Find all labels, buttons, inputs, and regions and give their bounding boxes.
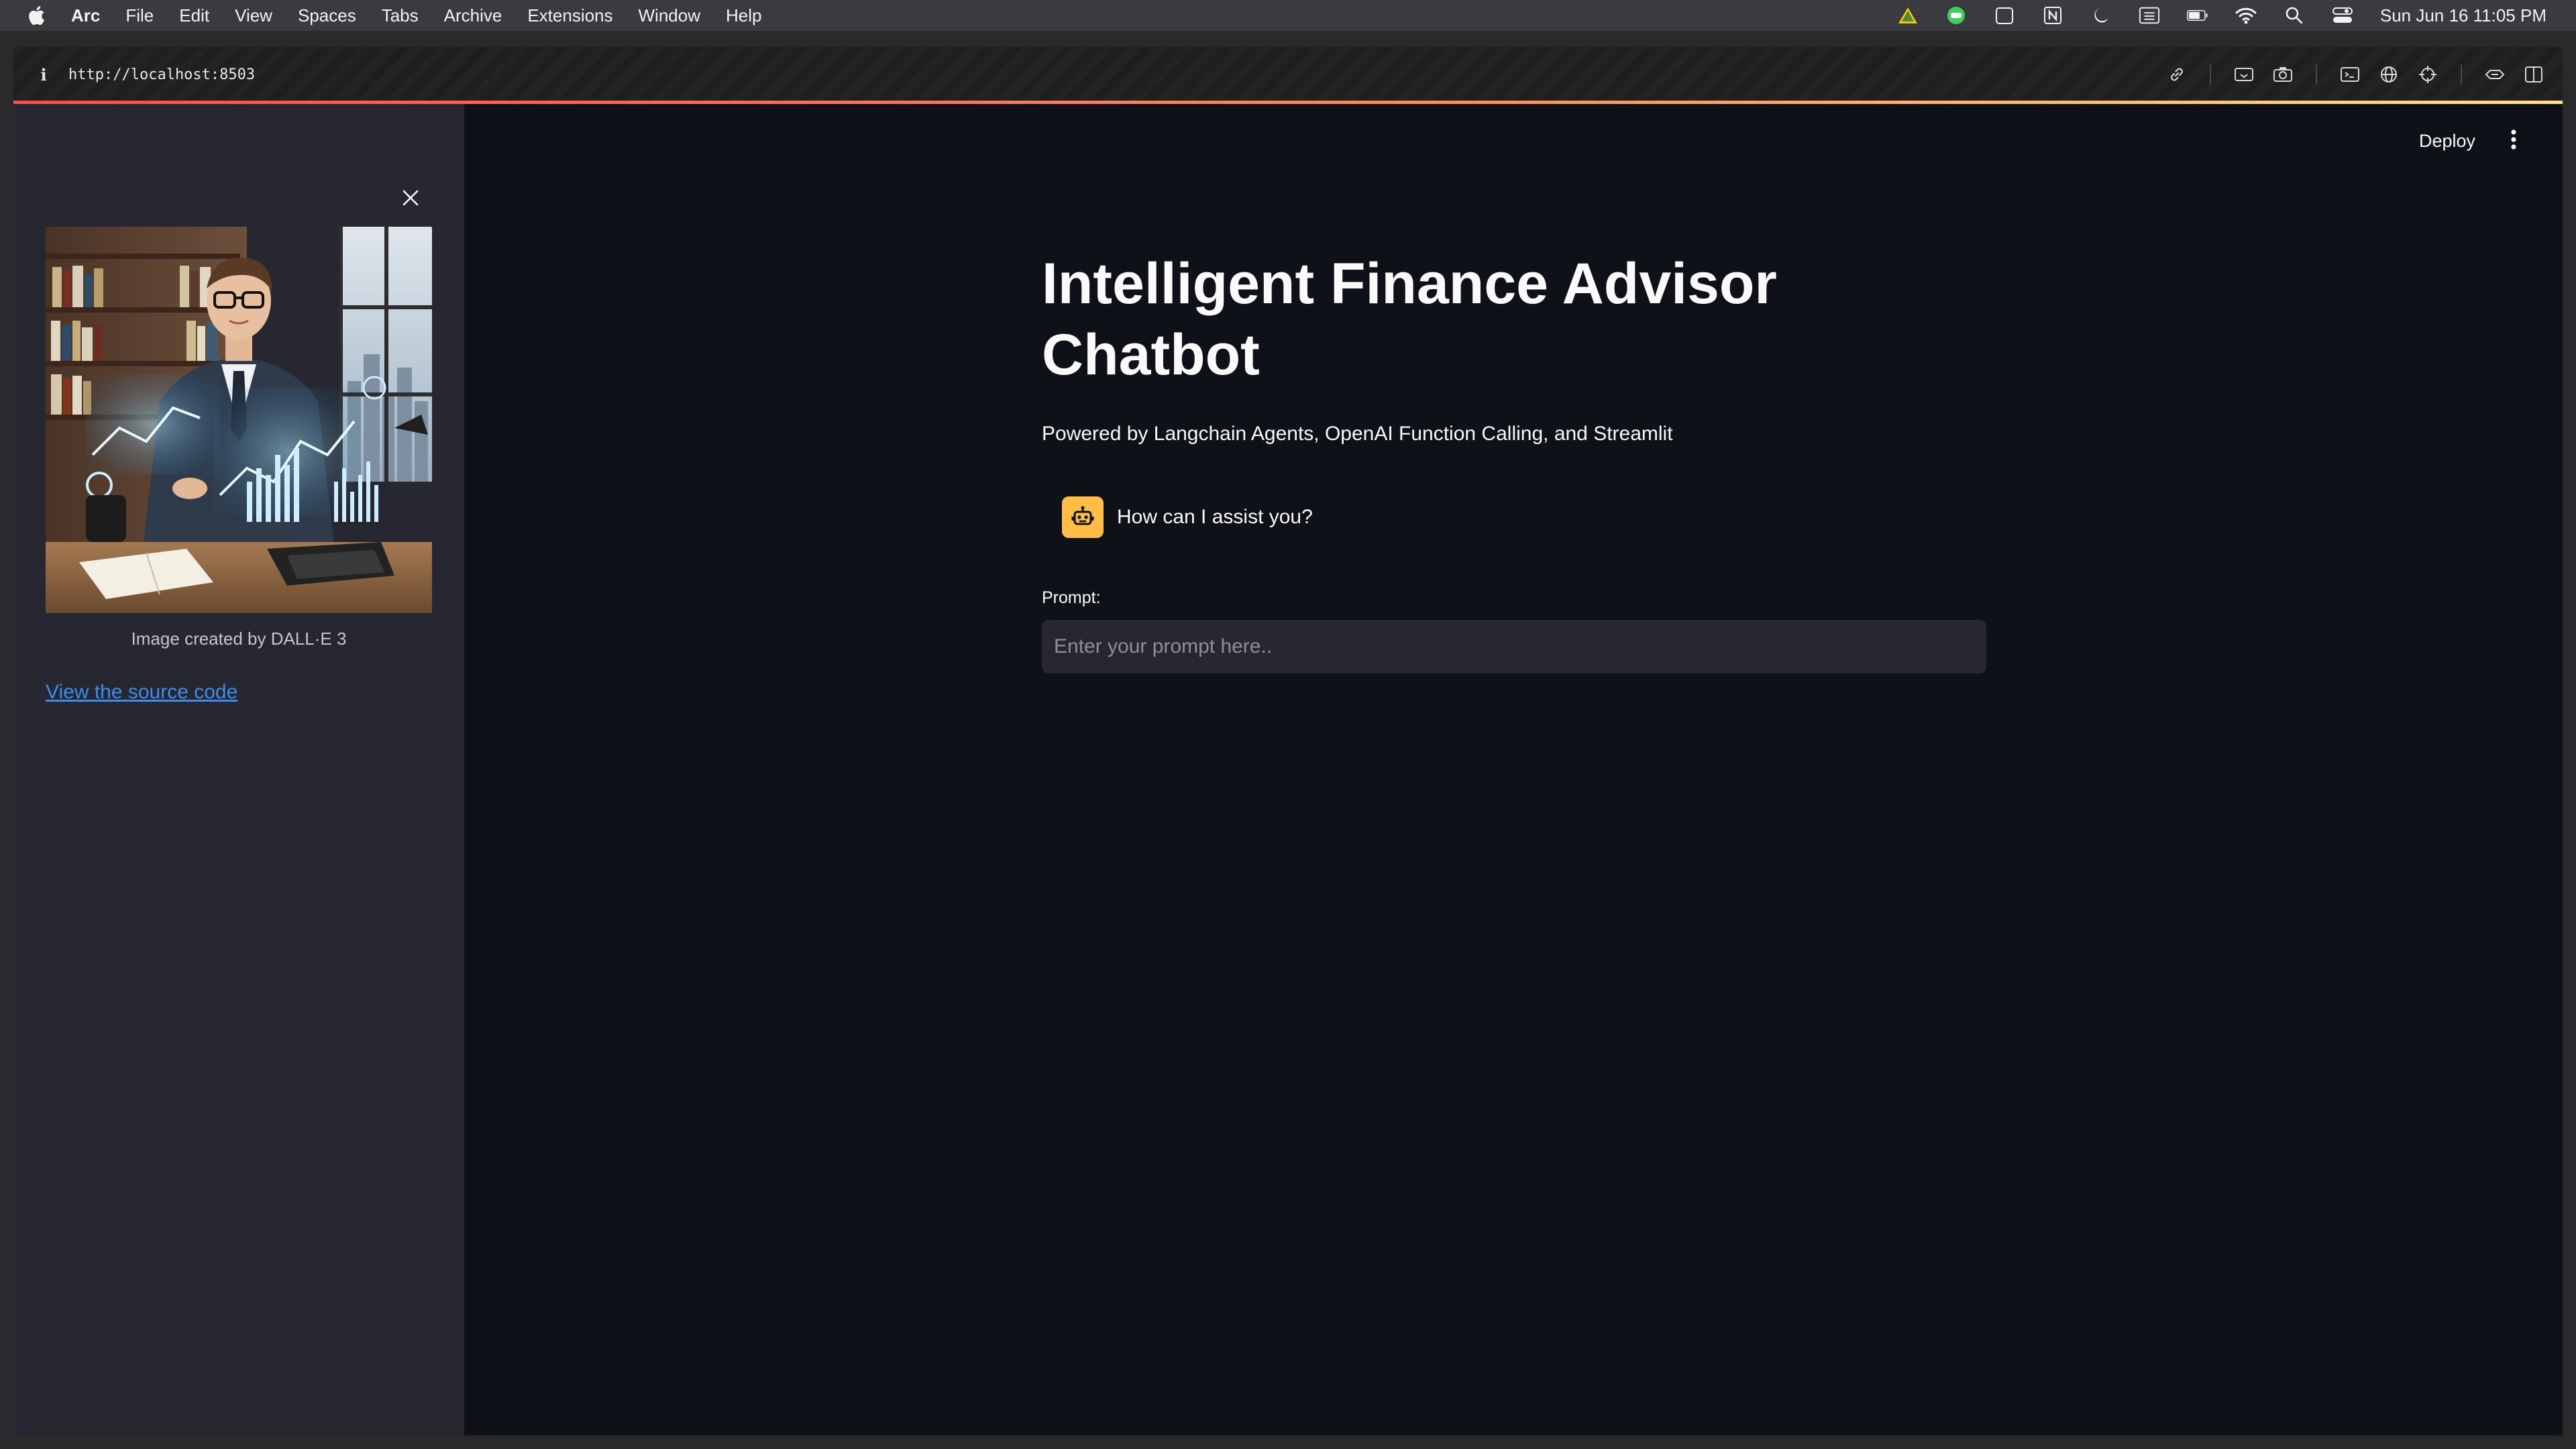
menu-help[interactable]: Help (726, 5, 761, 26)
browser-window: i http://localhost:8503 Image created by… (13, 47, 2563, 1436)
input-method-icon[interactable] (2139, 5, 2160, 26)
advisor-illustration (46, 227, 432, 613)
toolbar-divider (2461, 64, 2462, 85)
camera-icon[interactable] (2271, 63, 2294, 86)
menu-file[interactable]: File (125, 5, 154, 26)
notion-icon[interactable] (2042, 5, 2063, 26)
menubar-clock[interactable]: Sun Jun 16 11:05 PM (2380, 5, 2546, 26)
site-info-icon[interactable]: i (34, 64, 54, 85)
copy-link-icon[interactable] (2165, 63, 2188, 86)
url-text[interactable]: http://localhost:8503 (68, 66, 255, 83)
prompt-label: Prompt: (1042, 588, 1101, 607)
prompt-input[interactable] (1042, 620, 1986, 674)
spotlight-search-icon[interactable] (2284, 5, 2305, 26)
toolbar-divider (2210, 64, 2211, 85)
sidebar: Image created by DALL·E 3 View the sourc… (13, 104, 464, 1436)
moon-icon[interactable] (2090, 5, 2112, 26)
assistant-avatar (1062, 496, 1104, 538)
drive-warning-icon[interactable] (1897, 5, 1919, 26)
menu-archive[interactable]: Archive (444, 5, 502, 26)
browser-toolbar: i http://localhost:8503 (13, 47, 2563, 102)
main-menu-button[interactable] (2504, 126, 2524, 153)
kebab-menu-icon (2511, 129, 2516, 150)
assistant-message-text: How can I assist you? (1117, 506, 1313, 528)
robot-icon (1071, 506, 1094, 525)
menu-app-name[interactable]: Arc (71, 5, 100, 26)
menu-spaces[interactable]: Spaces (298, 5, 356, 26)
menu-tabs[interactable]: Tabs (382, 5, 419, 26)
assistant-message: How can I assist you? (1062, 496, 1313, 538)
line-app-icon[interactable] (1945, 5, 1967, 26)
menu-extensions[interactable]: Extensions (527, 5, 612, 26)
page-subtitle: Powered by Langchain Agents, OpenAI Func… (1042, 423, 1673, 445)
close-sidebar-button[interactable] (397, 184, 424, 211)
capture-icon[interactable] (2233, 63, 2255, 86)
close-icon (402, 190, 419, 206)
battery-icon[interactable] (2186, 5, 2208, 26)
menu-window[interactable]: Window (639, 5, 700, 26)
page-title: Intelligent Finance Advisor Chatbot (1042, 252, 1777, 387)
menu-edit[interactable]: Edit (179, 5, 209, 26)
calendar-icon[interactable] (1994, 5, 2015, 26)
wifi-icon[interactable] (2235, 5, 2257, 26)
console-icon[interactable] (2339, 63, 2361, 86)
image-caption: Image created by DALL·E 3 (131, 629, 347, 649)
extensions-icon[interactable] (2483, 63, 2506, 86)
target-icon[interactable] (2416, 63, 2439, 86)
globe-icon[interactable] (2377, 63, 2400, 86)
split-view-icon[interactable] (2522, 63, 2545, 86)
apple-logo-icon[interactable] (24, 3, 48, 28)
macos-menubar: Arc File Edit View Spaces Tabs Archive E… (0, 0, 2576, 31)
toolbar-divider (2316, 64, 2317, 85)
deploy-button[interactable]: Deploy (2419, 131, 2475, 152)
control-center-icon[interactable] (2332, 5, 2353, 26)
menu-view[interactable]: View (235, 5, 272, 26)
view-source-code-link[interactable]: View the source code (46, 681, 237, 704)
